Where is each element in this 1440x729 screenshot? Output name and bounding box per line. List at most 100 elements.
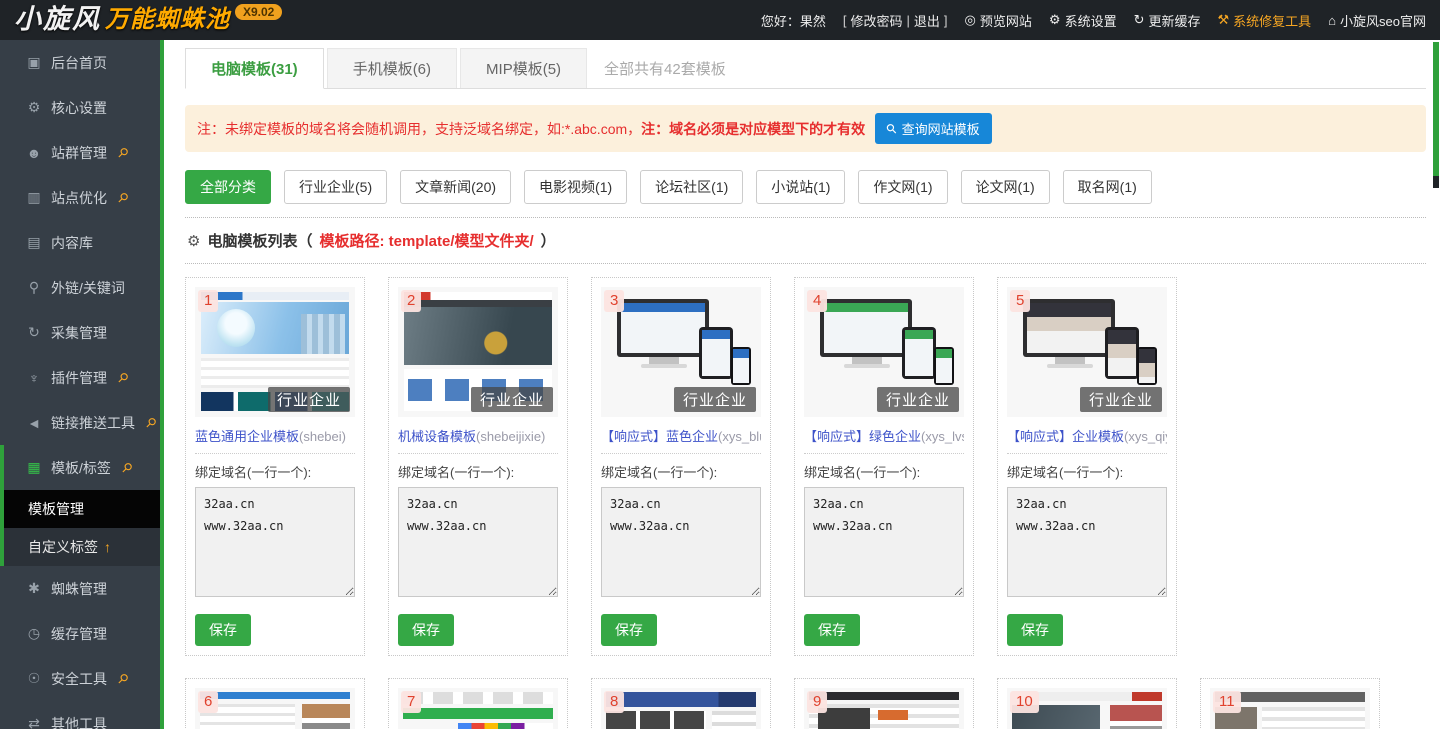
bound-domains-textarea[interactable]: 32aa.cn www.32aa.cn [601, 487, 761, 597]
template-thumbnail: 10 [1007, 688, 1167, 729]
account-links: [ 修改密码 | 退出 ] [843, 11, 948, 30]
category-news[interactable]: 文章新闻(20) [400, 170, 512, 204]
template-thumbnail: 8 [601, 688, 761, 729]
bound-domains-textarea[interactable]: 32aa.cn www.32aa.cn [1007, 487, 1167, 597]
bound-domains-textarea[interactable]: 32aa.cn www.32aa.cn [398, 487, 558, 597]
sidebar-subitem-template-manage[interactable]: 模板管理 [4, 490, 160, 528]
template-thumbnail: 5 行业企业 [1007, 287, 1167, 417]
category-essay[interactable]: 作文网(1) [858, 170, 948, 204]
tab-mobile-templates[interactable]: 手机模板(6) [326, 48, 458, 88]
templates-total-summary: 全部共有42套模板 [604, 61, 726, 78]
sidebar-item-plugins[interactable]: ♆ 插件管理 ⚲ [0, 355, 160, 400]
sidebar-subitem-custom-tags[interactable]: 自定义标签 ↑ [4, 528, 160, 566]
save-button[interactable]: 保存 [398, 614, 454, 646]
pin-icon: ⚲ [142, 413, 160, 431]
sidebar-item-site-group[interactable]: ☻ 站群管理 ⚲ [0, 130, 160, 175]
template-card: 11 [1200, 678, 1380, 729]
template-thumbnail: 7 [398, 688, 558, 729]
bound-domains-textarea[interactable]: 32aa.cn www.32aa.cn [804, 487, 964, 597]
template-path: 模板路径: template/模型文件夹/ [319, 233, 534, 250]
preview-icon: ◎ [964, 12, 976, 27]
refresh-icon: ↻ [1133, 12, 1145, 27]
sidebar-item-spider-manage[interactable]: ✱ 蜘蛛管理 [0, 566, 160, 611]
save-button[interactable]: 保存 [1007, 614, 1063, 646]
change-password-link[interactable]: 修改密码 [851, 11, 903, 30]
template-name-link[interactable]: 【响应式】蓝色企业 [601, 429, 718, 444]
repair-tools-link[interactable]: ⚒ 系统修复工具 [1218, 11, 1312, 30]
sidebar-item-label: 其他工具 [51, 715, 107, 729]
sidebar-item-links-keywords[interactable]: ⚲ 外链/关键词 [0, 265, 160, 310]
template-name-link[interactable]: 蓝色通用企业模板 [195, 429, 299, 444]
shuffle-icon: ⇄ [28, 715, 40, 729]
template-name-link[interactable]: 【响应式】企业模板 [1007, 429, 1124, 444]
preview-site-link[interactable]: ◎ 预览网站 [965, 11, 1032, 30]
logout-link[interactable]: 退出 [914, 11, 940, 30]
refresh-icon: ↻ [28, 324, 40, 340]
thumb-art [201, 358, 349, 388]
preview-site-label: 预览网站 [979, 13, 1032, 29]
sidebar-item-other-tools[interactable]: ⇄ 其他工具 [0, 701, 160, 729]
update-cache-link[interactable]: ↻ 更新缓存 [1134, 11, 1201, 30]
thumb-art [844, 357, 890, 368]
query-site-template-button[interactable]: ⚲ 查询网站模板 [875, 113, 992, 144]
sidebar-item-core-settings[interactable]: ⚙ 核心设置 [0, 85, 160, 130]
template-thumbnail: 2 行业企业 [398, 287, 558, 417]
topbar-menu: 您好：果然 [ 修改密码 | 退出 ] ◎ 预览网站 ⚙ 系统设置 ↻ 更新缓存… [761, 11, 1426, 30]
template-thumbnail: 4 行业企业 [804, 287, 964, 417]
template-title: 机械设备模板(shebeijixie) [398, 426, 558, 454]
system-settings-link[interactable]: ⚙ 系统设置 [1049, 11, 1117, 30]
template-card: 4 行业企业 【响应式】绿色企业(xys_lvse) 绑定域名(一行一个): 3… [794, 277, 974, 656]
template-title: 【响应式】蓝色企业(xys_blue) [601, 426, 761, 454]
pin-icon: ⚲ [114, 143, 132, 161]
template-number-badge: 8 [604, 691, 625, 713]
sidebar-item-content-library[interactable]: ▤ 内容库 [0, 220, 160, 265]
template-thumbnail: 3 行业企业 [601, 287, 761, 417]
save-button[interactable]: 保存 [804, 614, 860, 646]
update-cache-label: 更新缓存 [1148, 13, 1201, 29]
category-forum[interactable]: 论坛社区(1) [640, 170, 744, 204]
template-thumbnail: 11 [1210, 688, 1370, 729]
category-all[interactable]: 全部分类 [185, 170, 271, 204]
template-card: 2 行业企业 机械设备模板(shebeijixie) 绑定域名(一行一个): 3… [388, 277, 568, 656]
template-number-badge: 2 [401, 290, 422, 312]
thumb-art [606, 711, 706, 729]
save-button[interactable]: 保存 [601, 614, 657, 646]
sidebar-item-link-push[interactable]: ◄ 链接推送工具 ⚲ [0, 400, 160, 445]
sidebar-item-site-optimize[interactable]: ▥ 站点优化 ⚲ [0, 175, 160, 220]
template-name-link[interactable]: 机械设备模板 [398, 429, 476, 444]
sidebar-item-templates-tags[interactable]: ▦ 模板/标签 ⚲ [4, 445, 160, 490]
official-site-link[interactable]: ⌂ 小旋风seo官网 [1328, 11, 1426, 30]
template-code: (xys_qiye1) [1124, 429, 1167, 444]
sidebar-item-collection[interactable]: ↻ 采集管理 [0, 310, 160, 355]
bracket: ] [943, 12, 948, 28]
bound-domains-textarea[interactable]: 32aa.cn www.32aa.cn [195, 487, 355, 597]
category-naming[interactable]: 取名网(1) [1062, 170, 1152, 204]
sidebar-item-cache-manage[interactable]: ◷ 缓存管理 [0, 611, 160, 656]
template-name-link[interactable]: 【响应式】绿色企业 [804, 429, 921, 444]
tab-pc-templates[interactable]: 电脑模板(31) [185, 48, 324, 89]
gear-icon: ⚙ [187, 232, 201, 250]
category-industry[interactable]: 行业企业(5) [284, 170, 388, 204]
scrollbar-end-cap [1433, 176, 1439, 188]
sidebar-item-label: 模板/标签 [51, 459, 111, 476]
category-movies[interactable]: 电影视频(1) [524, 170, 628, 204]
topbar: 小旋风 万能蜘蛛池 X9.02 您好：果然 [ 修改密码 | 退出 ] ◎ 预览… [0, 0, 1440, 40]
thumb-art [934, 347, 954, 385]
plugin-icon: ♆ [28, 369, 40, 386]
chart-icon: ▥ [27, 189, 41, 205]
template-card: 8 [591, 678, 771, 729]
category-novel[interactable]: 小说站(1) [756, 170, 846, 204]
category-thesis[interactable]: 论文网(1) [960, 170, 1050, 204]
query-button-label: 查询网站模板 [901, 122, 980, 137]
key-icon: ⚲ [28, 279, 40, 295]
app-logo[interactable]: 小旋风 万能蜘蛛池 X9.02 [14, 0, 283, 40]
thumb-art [820, 299, 912, 357]
save-button[interactable]: 保存 [195, 614, 251, 646]
scrollbar-thumb[interactable] [1433, 42, 1439, 176]
sidebar-group-templates: ▦ 模板/标签 ⚲ 模板管理 自定义标签 ↑ [0, 445, 160, 566]
template-code: (shebeijixie) [476, 429, 546, 444]
sidebar-item-dashboard[interactable]: ▣ 后台首页 [0, 40, 160, 85]
tab-mip-templates[interactable]: MIP模板(5) [460, 48, 588, 88]
sidebar-item-security-tools[interactable]: ☉ 安全工具 ⚲ [0, 656, 160, 701]
category-badge: 行业企业 [1079, 387, 1162, 412]
